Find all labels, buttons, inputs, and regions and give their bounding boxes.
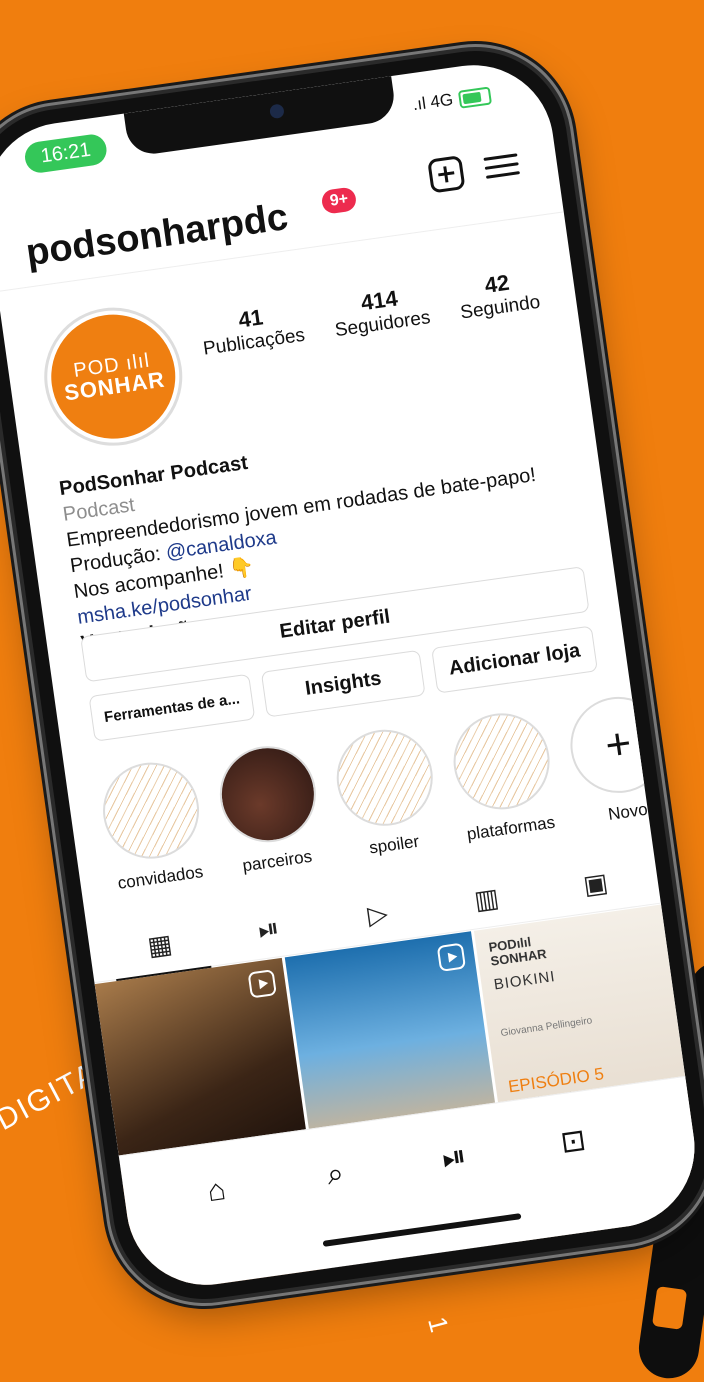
guides-icon[interactable]: ▥ — [462, 876, 511, 922]
highlight-parceiros[interactable]: parceiros — [210, 739, 331, 878]
tagged-icon[interactable]: ▣ — [571, 861, 620, 907]
status-time: 16:21 — [23, 132, 109, 175]
video-icon[interactable]: ▷ — [353, 891, 402, 937]
highlight-label: spoiler — [368, 831, 421, 858]
username[interactable]: podsonharpdc — [23, 196, 290, 275]
post-guest: Giovanna Pellingeiro — [500, 1015, 593, 1040]
stat-posts[interactable]: 41 Publicações — [198, 299, 306, 361]
avatar[interactable]: POD ılıl SONHAR — [35, 298, 192, 455]
highlight-spoiler[interactable]: spoiler — [327, 723, 448, 862]
stat-following[interactable]: 42 Seguindo — [455, 266, 541, 325]
reels-icon[interactable]: ⏯ — [429, 1133, 479, 1183]
highlight-cover — [447, 707, 556, 816]
highlight-label: plataformas — [465, 812, 557, 844]
grid-icon[interactable]: ▦ — [135, 922, 184, 968]
post-brand: PODılıl SONHAR — [487, 934, 548, 970]
highlight-label: convidados — [116, 862, 205, 893]
highlight-convidados[interactable]: convidados — [93, 756, 214, 895]
highlight-label: Novo — [606, 799, 649, 824]
home-indicator — [322, 1213, 522, 1247]
professional-tools-button[interactable]: Ferramentas de a... — [88, 673, 256, 742]
add-shop-button[interactable]: Adicionar loja — [431, 625, 598, 694]
background-text-bottom: 1 — [422, 1313, 456, 1338]
stat-followers[interactable]: 414 Seguidores — [330, 281, 432, 342]
home-icon[interactable]: ⌂ — [192, 1166, 242, 1216]
signal-indicator: .ıl 4G — [411, 84, 492, 115]
battery-icon — [457, 85, 492, 109]
reel-icon — [437, 942, 467, 972]
highlight-plataformas[interactable]: plataformas — [443, 707, 564, 846]
highlight-new[interactable]: + Novo — [560, 690, 681, 829]
menu-icon[interactable] — [483, 147, 521, 185]
phone-screen: 16:21 .ıl 4G podsonharpdc 9+ POD ılıl SO… — [0, 54, 704, 1296]
highlight-cover — [96, 756, 206, 865]
highlight-cover — [213, 739, 323, 849]
new-post-icon[interactable] — [427, 155, 466, 194]
highlight-cover — [330, 723, 439, 832]
search-icon[interactable]: ⌕ — [311, 1150, 361, 1200]
profile-stats: 41 Publicações 414 Seguidores 42 Seguind… — [198, 266, 542, 361]
shop-icon[interactable]: ⊡ — [548, 1116, 598, 1166]
plus-icon: + — [564, 690, 673, 800]
notification-badge[interactable]: 9+ — [320, 186, 358, 215]
post-title: BIOKINI — [492, 968, 557, 994]
highlight-label: parceiros — [241, 846, 314, 876]
reels-icon[interactable]: ⏯ — [244, 907, 293, 953]
reel-icon — [247, 969, 277, 999]
insights-button[interactable]: Insights — [260, 649, 426, 718]
phone-frame: 16:21 .ıl 4G podsonharpdc 9+ POD ılıl SO… — [0, 39, 704, 1311]
